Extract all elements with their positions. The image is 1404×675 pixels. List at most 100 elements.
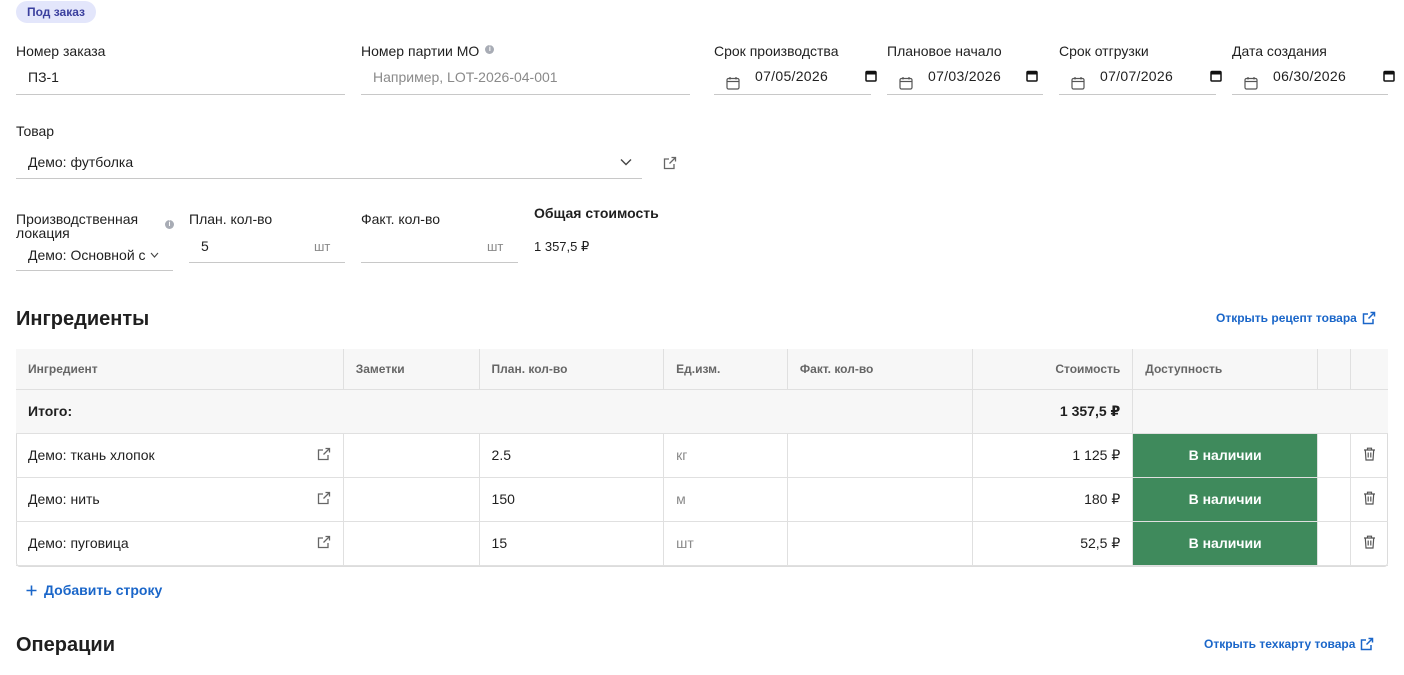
planned-qty-cell[interactable]: 150 bbox=[479, 477, 665, 522]
chevron-down-icon[interactable] bbox=[150, 252, 159, 258]
location-label-line2: локация bbox=[16, 225, 70, 241]
planned-qty-label: План. кол-во bbox=[189, 211, 273, 227]
location-select[interactable]: Демо: Основной с bbox=[28, 247, 146, 263]
batch-number-underline bbox=[361, 94, 690, 95]
actual-qty-label: Факт. кол-во bbox=[361, 211, 441, 227]
production-deadline-label: Срок производства bbox=[714, 43, 839, 59]
availability-badge: В наличии bbox=[1132, 477, 1318, 522]
planned-qty-unit: шт bbox=[314, 239, 331, 254]
column-header-availability[interactable]: Доступность bbox=[1132, 349, 1318, 390]
trash-icon[interactable] bbox=[1363, 447, 1376, 461]
empty-cell bbox=[1317, 477, 1351, 522]
total-label: Итого: bbox=[16, 389, 973, 434]
delete-cell bbox=[1350, 433, 1388, 478]
ingredient-cell[interactable]: Демо: ткань хлопок bbox=[16, 433, 344, 478]
column-header-actions bbox=[1350, 349, 1388, 390]
unit-cell: шт bbox=[663, 521, 788, 566]
product-label: Товар bbox=[16, 123, 55, 139]
empty-cell bbox=[1317, 521, 1351, 566]
column-header-ingredient[interactable]: Ингредиент bbox=[16, 349, 344, 390]
planned-start-label: Плановое начало bbox=[887, 43, 1002, 59]
shipping-deadline-underline bbox=[1059, 94, 1216, 95]
empty-cell bbox=[1317, 433, 1351, 478]
column-header-unit[interactable]: Ед.изм. bbox=[663, 349, 788, 390]
open-recipe-link-text: Открыть рецепт товара bbox=[1216, 311, 1357, 325]
date-picker-icon[interactable] bbox=[1383, 70, 1395, 82]
ingredient-name: Демо: пуговица bbox=[28, 535, 129, 551]
order-number-input[interactable]: ПЗ-1 bbox=[28, 69, 59, 85]
unit-cell: м bbox=[663, 477, 788, 522]
column-header-planned-qty[interactable]: План. кол-во bbox=[479, 349, 665, 390]
total-empty-cell bbox=[1132, 389, 1388, 434]
info-icon[interactable]: i bbox=[165, 220, 174, 229]
total-cost-value: 1 357,5 ₽ bbox=[534, 239, 590, 254]
actual-qty-cell[interactable] bbox=[787, 477, 973, 522]
trash-icon[interactable] bbox=[1363, 535, 1376, 549]
batch-number-label: Номер партии МО i bbox=[361, 43, 495, 59]
location-label-line1: Производственная bbox=[16, 211, 139, 227]
actual-qty-underline bbox=[361, 262, 518, 263]
total-cost-cell: 1 357,5 ₽ bbox=[972, 389, 1134, 434]
planned-qty-cell[interactable]: 2.5 bbox=[479, 433, 665, 478]
product-underline bbox=[16, 178, 642, 179]
production-deadline-value: 07/05/2026 bbox=[755, 68, 829, 84]
column-header-cost[interactable]: Стоимость bbox=[972, 349, 1134, 390]
open-routing-link[interactable]: Открыть техкарту товара bbox=[1204, 637, 1374, 651]
status-badge: Под заказ bbox=[16, 1, 97, 23]
shipping-deadline-value: 07/07/2026 bbox=[1100, 68, 1174, 84]
external-link-icon[interactable] bbox=[317, 535, 331, 549]
external-link-icon[interactable] bbox=[317, 447, 331, 461]
created-date-value: 06/30/2026 bbox=[1273, 68, 1347, 84]
delete-cell bbox=[1350, 477, 1388, 522]
production-deadline-underline bbox=[714, 94, 871, 95]
batch-number-input[interactable]: Например, LOT-2026-04-001 bbox=[373, 69, 558, 85]
ingredient-cell[interactable]: Демо: нить bbox=[16, 477, 344, 522]
trash-icon[interactable] bbox=[1363, 491, 1376, 505]
add-row-button[interactable]: Добавить строку bbox=[26, 582, 162, 598]
actual-qty-cell[interactable] bbox=[787, 433, 973, 478]
created-date-label: Дата создания bbox=[1232, 43, 1327, 59]
column-header-notes[interactable]: Заметки bbox=[343, 349, 480, 390]
notes-cell[interactable] bbox=[343, 521, 480, 566]
calendar-icon bbox=[1071, 77, 1085, 90]
created-date-underline bbox=[1232, 94, 1388, 95]
planned-start-value: 07/03/2026 bbox=[928, 68, 1002, 84]
notes-cell[interactable] bbox=[343, 433, 480, 478]
shipping-deadline-label: Срок отгрузки bbox=[1059, 43, 1149, 59]
table-row: Демо: ткань хлопок 2.5 кг 1 125 ₽ В нали… bbox=[16, 433, 1388, 478]
date-picker-icon[interactable] bbox=[1210, 70, 1222, 82]
external-link-icon bbox=[1362, 311, 1376, 325]
availability-badge: В наличии bbox=[1132, 521, 1318, 566]
notes-cell[interactable] bbox=[343, 477, 480, 522]
ingredient-cell[interactable]: Демо: пуговица bbox=[16, 521, 344, 566]
open-routing-link-text: Открыть техкарту товара bbox=[1204, 637, 1356, 651]
date-picker-icon[interactable] bbox=[865, 70, 877, 82]
actual-qty-cell[interactable] bbox=[787, 521, 973, 566]
ingredient-name: Демо: ткань хлопок bbox=[28, 447, 155, 463]
external-link-icon[interactable] bbox=[317, 491, 331, 505]
planned-qty-cell[interactable]: 15 bbox=[479, 521, 665, 566]
product-select[interactable]: Демо: футболка bbox=[28, 154, 133, 170]
chevron-down-icon[interactable] bbox=[620, 158, 632, 166]
date-picker-icon[interactable] bbox=[1026, 70, 1038, 82]
info-icon[interactable]: i bbox=[485, 45, 495, 54]
open-recipe-link[interactable]: Открыть рецепт товара bbox=[1216, 311, 1376, 325]
planned-start-underline bbox=[887, 94, 1043, 95]
order-number-label: Номер заказа bbox=[16, 43, 106, 59]
ingredients-title: Ингредиенты bbox=[16, 308, 150, 330]
cost-cell: 52,5 ₽ bbox=[972, 521, 1134, 566]
planned-qty-input[interactable]: 5 bbox=[201, 238, 209, 254]
location-label: Производственная локация bbox=[16, 212, 138, 240]
calendar-icon bbox=[899, 77, 913, 90]
total-cost-label: Общая стоимость bbox=[534, 205, 659, 221]
batch-number-label-text: Номер партии МО bbox=[361, 43, 480, 59]
calendar-icon bbox=[726, 77, 740, 90]
external-link-icon bbox=[1361, 637, 1374, 651]
external-link-icon[interactable] bbox=[663, 156, 677, 170]
table-header-row: Ингредиент Заметки План. кол-во Ед.изм. … bbox=[16, 349, 1388, 390]
column-header-actual-qty[interactable]: Факт. кол-во bbox=[787, 349, 973, 390]
actual-qty-unit: шт bbox=[487, 239, 504, 254]
planned-qty-underline bbox=[189, 262, 345, 263]
add-row-label: Добавить строку bbox=[44, 582, 163, 598]
table-row: Демо: нить 150 м 180 ₽ В наличии bbox=[16, 477, 1388, 522]
